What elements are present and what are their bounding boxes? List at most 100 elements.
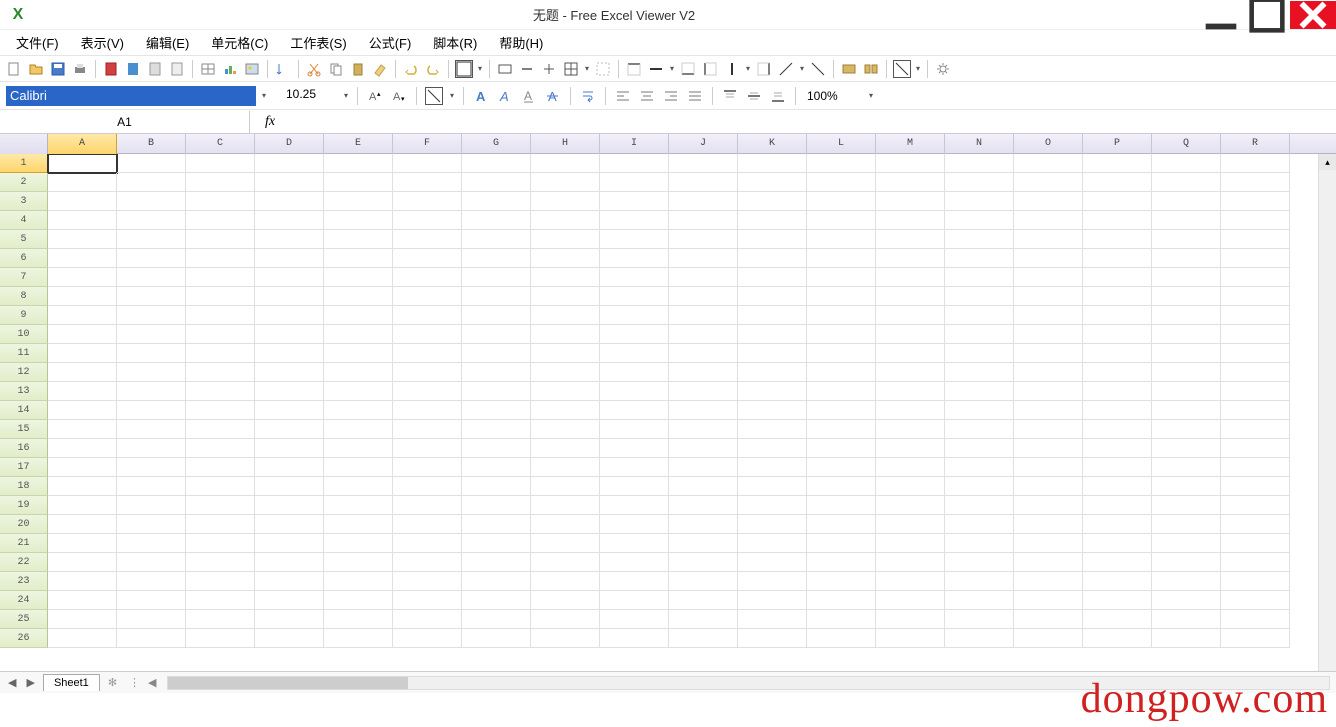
cell[interactable] [393, 458, 462, 477]
cell[interactable] [324, 534, 393, 553]
cell[interactable] [531, 496, 600, 515]
cell[interactable] [48, 515, 117, 534]
cell[interactable] [393, 591, 462, 610]
cell[interactable] [1014, 534, 1083, 553]
cell[interactable] [255, 211, 324, 230]
column-header[interactable]: E [324, 134, 393, 154]
cell[interactable] [669, 439, 738, 458]
cell[interactable] [1083, 382, 1152, 401]
cell[interactable] [462, 477, 531, 496]
cell[interactable] [117, 420, 186, 439]
cell[interactable] [738, 496, 807, 515]
cell[interactable] [876, 572, 945, 591]
cell[interactable] [945, 534, 1014, 553]
cell[interactable] [117, 230, 186, 249]
cell[interactable] [255, 192, 324, 211]
cell[interactable] [48, 382, 117, 401]
cell[interactable] [324, 382, 393, 401]
cell[interactable] [1014, 477, 1083, 496]
cell[interactable] [1083, 287, 1152, 306]
cell[interactable] [1152, 192, 1221, 211]
cell[interactable] [48, 610, 117, 629]
cell[interactable] [1152, 515, 1221, 534]
table-icon[interactable] [199, 60, 217, 78]
cell[interactable] [324, 515, 393, 534]
menu-worksheet[interactable]: 工作表(S) [280, 30, 356, 55]
cell[interactable] [1014, 363, 1083, 382]
cell[interactable] [255, 553, 324, 572]
row-header[interactable]: 4 [0, 211, 48, 230]
cell[interactable] [393, 515, 462, 534]
cell[interactable] [738, 420, 807, 439]
cell[interactable] [669, 591, 738, 610]
column-header[interactable]: H [531, 134, 600, 154]
cell[interactable] [324, 154, 393, 173]
shape-rect-icon[interactable] [496, 60, 514, 78]
column-header[interactable]: M [876, 134, 945, 154]
cell[interactable] [945, 306, 1014, 325]
cell[interactable] [393, 382, 462, 401]
cell[interactable] [807, 173, 876, 192]
cell[interactable] [738, 553, 807, 572]
border-top-icon[interactable] [625, 60, 643, 78]
row-header[interactable]: 16 [0, 439, 48, 458]
cell[interactable] [945, 591, 1014, 610]
italic-icon[interactable]: A [496, 87, 514, 105]
cell[interactable] [738, 287, 807, 306]
cell[interactable] [876, 420, 945, 439]
export-icon[interactable] [124, 60, 142, 78]
column-header[interactable]: J [669, 134, 738, 154]
cell[interactable] [600, 287, 669, 306]
row-header[interactable]: 23 [0, 572, 48, 591]
hscroll-left[interactable]: ◀ [144, 676, 160, 689]
cell[interactable] [1152, 173, 1221, 192]
vertical-scrollbar[interactable]: ▴ [1318, 154, 1336, 671]
cell[interactable] [186, 591, 255, 610]
cell[interactable] [945, 363, 1014, 382]
cell[interactable] [48, 363, 117, 382]
cell[interactable] [531, 515, 600, 534]
cell[interactable] [324, 344, 393, 363]
settings-icon[interactable] [934, 60, 952, 78]
font-color-icon[interactable] [425, 87, 443, 105]
cell[interactable] [876, 211, 945, 230]
cell[interactable] [1014, 629, 1083, 648]
menu-cell[interactable]: 单元格(C) [201, 30, 278, 55]
cell[interactable] [600, 439, 669, 458]
cell[interactable] [324, 477, 393, 496]
cell[interactable] [393, 363, 462, 382]
cell[interactable] [1014, 401, 1083, 420]
row-header[interactable]: 10 [0, 325, 48, 344]
cell[interactable] [1083, 230, 1152, 249]
cell[interactable] [669, 420, 738, 439]
column-header[interactable]: G [462, 134, 531, 154]
cell[interactable] [117, 496, 186, 515]
cell[interactable] [1152, 154, 1221, 173]
cell[interactable] [186, 572, 255, 591]
row-header[interactable]: 20 [0, 515, 48, 534]
cell[interactable] [876, 287, 945, 306]
redo-icon[interactable] [424, 60, 442, 78]
cell[interactable] [1083, 610, 1152, 629]
cell[interactable] [600, 363, 669, 382]
cell[interactable] [324, 420, 393, 439]
cell[interactable] [600, 154, 669, 173]
cell[interactable] [669, 629, 738, 648]
cell[interactable] [1221, 382, 1290, 401]
cell[interactable] [117, 344, 186, 363]
fill-color-icon[interactable] [455, 60, 473, 78]
cell[interactable] [48, 154, 117, 173]
cell[interactable] [669, 325, 738, 344]
cell[interactable] [324, 211, 393, 230]
column-header[interactable]: A [48, 134, 117, 154]
cell[interactable] [1083, 154, 1152, 173]
cell[interactable] [117, 591, 186, 610]
cell[interactable] [945, 496, 1014, 515]
cell[interactable] [48, 534, 117, 553]
cell[interactable] [393, 496, 462, 515]
cell[interactable] [945, 420, 1014, 439]
cell[interactable] [255, 477, 324, 496]
cell[interactable] [117, 439, 186, 458]
cell[interactable] [186, 192, 255, 211]
cell[interactable] [393, 534, 462, 553]
